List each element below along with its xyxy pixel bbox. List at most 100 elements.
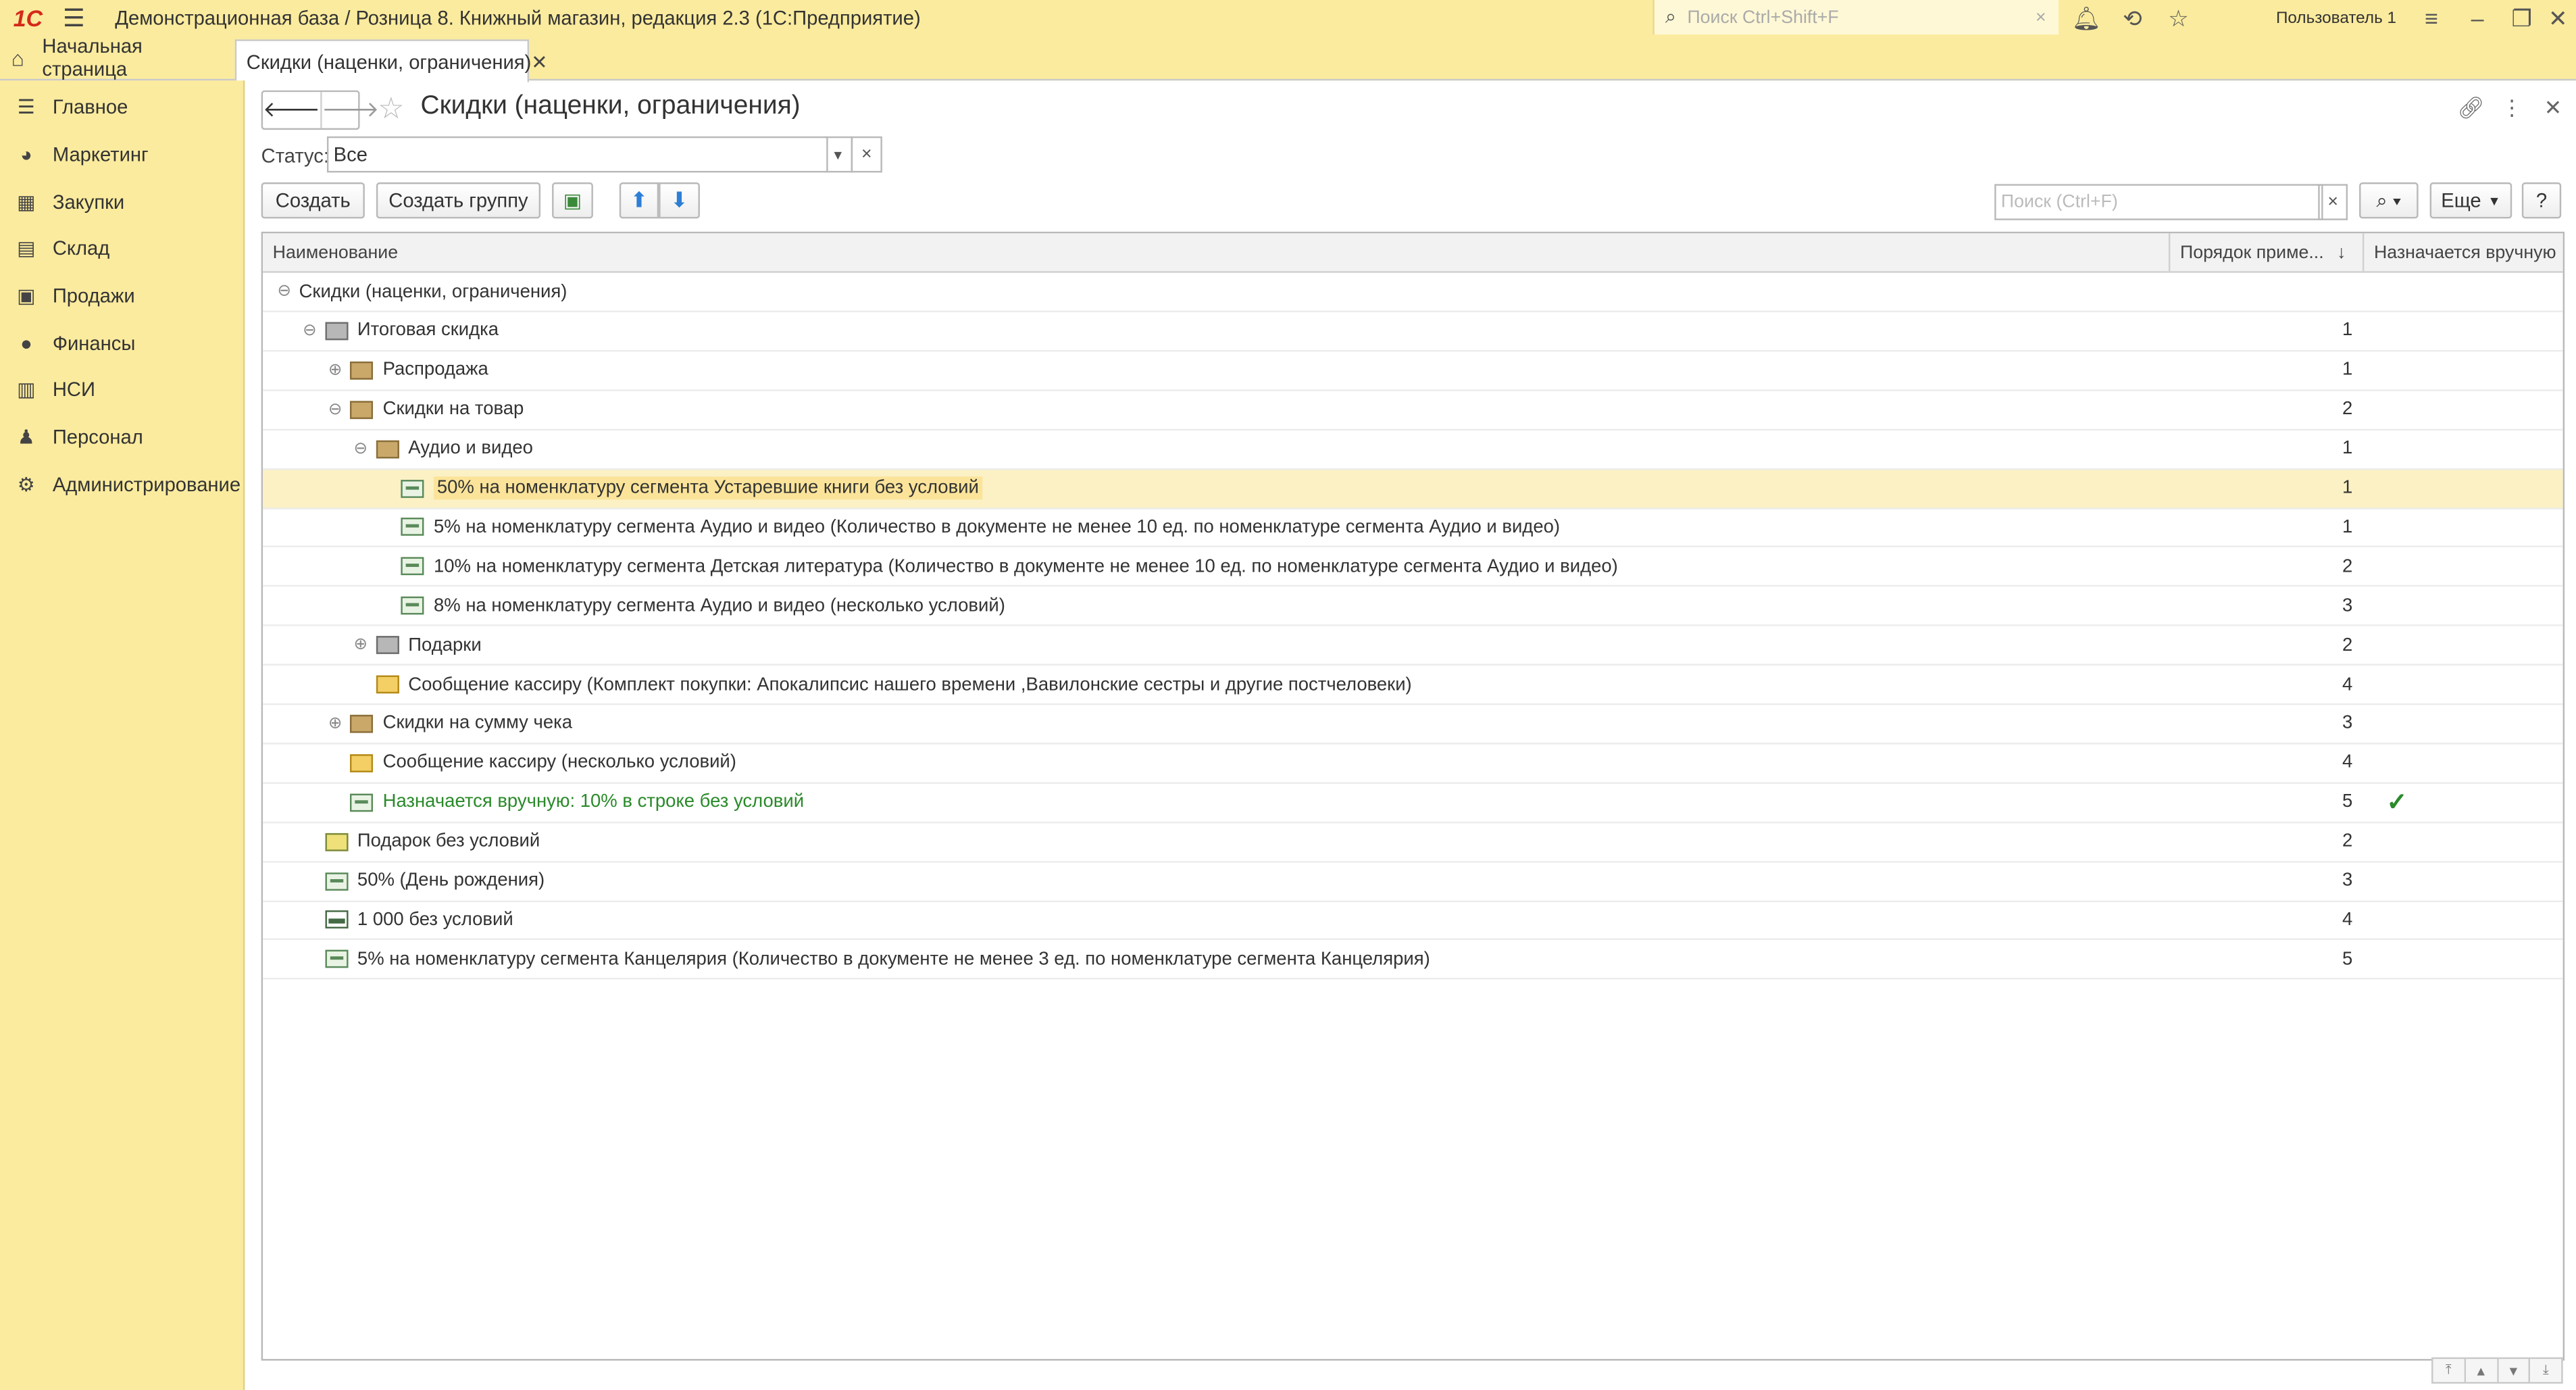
row-name-cell: 5% на номенклатуру сегмента Канцелярия (…: [298, 941, 1430, 978]
row-name-text: 8% на номенклатуру сегмента Аудио и виде…: [433, 595, 1005, 616]
row-name-text: Скидки на товар: [382, 399, 524, 420]
row-order-cell: [2169, 273, 2352, 311]
home-icon: ⌂: [11, 45, 24, 70]
row-order-cell: 1: [2342, 439, 2353, 459]
main-menu-icon[interactable]: ☰: [56, 0, 92, 36]
row-name-cell: ⊕ Распродажа: [324, 351, 488, 389]
minimize-icon[interactable]: –: [2456, 0, 2499, 36]
sidebar-item-label: Финансы: [52, 331, 136, 355]
money-icon: [324, 911, 348, 929]
folder-icon: [349, 400, 374, 419]
scroll-bottom-icon[interactable]: ⤓: [2530, 1357, 2563, 1384]
favorite-star-icon[interactable]: ☆: [373, 91, 409, 126]
scroll-top-icon[interactable]: ⤒: [2431, 1357, 2466, 1384]
table-row[interactable]: 5% на номенклатуру сегмента Аудио и виде…: [263, 508, 2563, 548]
sidebar-item-sales[interactable]: ▣ Продажи: [0, 272, 243, 320]
expand-icon[interactable]: ⊕: [324, 715, 347, 733]
table-row[interactable]: Сообщение кассиру (Комплект покупки: Апо…: [263, 666, 2563, 705]
row-name-text: 1 000 без условий: [357, 910, 513, 930]
column-header-name[interactable]: Наименование: [263, 233, 2169, 271]
row-order-cell: 1: [2342, 321, 2353, 341]
row-name-cell: Подарок без условий: [298, 822, 540, 860]
star-icon[interactable]: ☆: [2157, 0, 2200, 36]
copy-icon: ▣: [563, 189, 582, 212]
chevron-down-icon: ▼: [2487, 193, 2501, 208]
forward-arrow-icon[interactable]: 🡒: [320, 92, 379, 128]
status-value: Все: [333, 143, 368, 166]
expand-icon[interactable]: ⊕: [324, 362, 347, 380]
row-name-cell: 50% на номенклатуру сегмента Устаревшие …: [374, 469, 982, 507]
scroll-up-icon[interactable]: ▲: [2465, 1357, 2498, 1384]
sidebar-item-nsi[interactable]: ▥ НСИ: [0, 367, 243, 414]
item-icon: [401, 478, 424, 497]
sidebar-item-warehouse[interactable]: ▤ Склад: [0, 225, 243, 272]
table-row[interactable]: ⊖ Скидки на товар 2: [263, 391, 2563, 430]
table-row[interactable]: ⊖ Аудио и видео 1: [263, 430, 2563, 470]
row-name-cell: 50% (День рождения): [298, 862, 545, 899]
scroll-down-icon[interactable]: ▼: [2498, 1357, 2531, 1384]
sidebar-item-admin[interactable]: ⚙ Администрирование: [0, 461, 243, 508]
table-row[interactable]: Назначается вручную: 10% в строке без ус…: [263, 783, 2563, 823]
row-name-text: 50% на номенклатуру сегмента Устаревшие …: [433, 476, 982, 500]
sidebar-item-purchases[interactable]: ▦ Закупки: [0, 178, 243, 226]
table-row[interactable]: 8% на номенклатуру сегмента Аудио и виде…: [263, 587, 2563, 626]
table-row[interactable]: 50% на номенклатуру сегмента Устаревшие …: [263, 469, 2563, 509]
sidebar-item-label: Главное: [52, 95, 128, 119]
collapse-icon[interactable]: ⊖: [324, 401, 347, 419]
table-row[interactable]: ⊕ Скидки на сумму чека 3: [263, 705, 2563, 745]
collapse-icon[interactable]: ⊖: [273, 282, 296, 301]
table-row[interactable]: 1 000 без условий 4: [263, 901, 2563, 941]
clear-icon[interactable]: ×: [2036, 7, 2059, 27]
bell-icon[interactable]: 🔔︎: [2065, 0, 2108, 36]
clear-search-icon[interactable]: ×: [2318, 184, 2348, 220]
column-header-order[interactable]: Порядок приме... ↓: [2168, 233, 2363, 272]
table-row[interactable]: ⊖ Скидки (наценки, ограничения): [263, 273, 2563, 313]
more-vertical-icon[interactable]: ⋮: [2497, 94, 2527, 124]
history-icon[interactable]: ⟲: [2111, 0, 2154, 36]
table-row[interactable]: ⊖ Итоговая скидка 1: [263, 312, 2563, 352]
table-row[interactable]: 5% на номенклатуру сегмента Канцелярия (…: [263, 941, 2563, 981]
close-tab-icon[interactable]: ✕: [531, 50, 547, 73]
table-row[interactable]: 50% (День рождения) 3: [263, 862, 2563, 901]
back-arrow-icon[interactable]: 🡐: [263, 92, 320, 128]
table-row[interactable]: 10% на номенклатуру сегмента Детская лит…: [263, 548, 2563, 587]
table-row[interactable]: ⊕ Подарки 2: [263, 626, 2563, 666]
table-row[interactable]: Подарок без условий 2: [263, 822, 2563, 862]
user-name[interactable]: Пользователь 1: [2254, 0, 2418, 36]
more-button[interactable]: Еще ▼: [2429, 182, 2512, 219]
move-down-button[interactable]: ⬇: [659, 182, 700, 219]
close-form-icon[interactable]: ✕: [2538, 94, 2568, 124]
table-row[interactable]: ⊕ Распродажа 1: [263, 351, 2563, 391]
tab-home[interactable]: ⌂ Начальная страница: [0, 34, 230, 80]
global-search-input[interactable]: ⌕ Поиск Ctrl+Shift+F ×: [1652, 0, 2059, 35]
row-order-cell: 1: [2342, 360, 2353, 380]
copy-button[interactable]: ▣: [552, 182, 593, 219]
chevron-down-icon[interactable]: ▼: [824, 136, 853, 173]
collapse-icon[interactable]: ⊖: [298, 322, 321, 340]
link-icon[interactable]: 🔗︎: [2456, 94, 2486, 124]
row-name-text: Подарок без условий: [357, 831, 540, 851]
help-button[interactable]: ?: [2521, 182, 2562, 219]
clear-status-icon[interactable]: ×: [851, 136, 882, 173]
column-header-manual[interactable]: Назначается вручную: [2362, 233, 2563, 272]
row-name-text: Итоговая скидка: [357, 321, 499, 341]
status-select[interactable]: Все: [326, 136, 828, 173]
item-icon: [401, 518, 424, 537]
row-order-cell: 1: [2342, 478, 2353, 498]
sidebar-item-main[interactable]: ☰ Главное: [0, 84, 243, 131]
tab-discounts[interactable]: Скидки (наценки, ограничения) ✕: [234, 39, 548, 82]
create-button[interactable]: Создать: [261, 182, 365, 219]
table-row[interactable]: Сообщение кассиру (несколько условий) 4: [263, 744, 2563, 784]
collapse-icon[interactable]: ⊖: [349, 440, 372, 458]
sidebar-item-finance[interactable]: ● Финансы: [0, 320, 243, 367]
row-name-cell: Назначается вручную: 10% в строке без ус…: [324, 783, 804, 821]
sidebar-item-marketing[interactable]: ◕ Маркетинг: [0, 131, 243, 178]
sidebar-item-personnel[interactable]: ♟ Персонал: [0, 414, 243, 461]
settings-menu-icon[interactable]: ≡: [2410, 0, 2452, 36]
expand-icon[interactable]: ⊕: [349, 636, 372, 654]
close-window-icon[interactable]: ✕: [2537, 0, 2576, 36]
create-group-button[interactable]: Создать группу: [376, 182, 541, 219]
move-up-button[interactable]: ⬆: [619, 182, 659, 219]
search-button[interactable]: ⌕ ▾: [2359, 182, 2419, 219]
search-input[interactable]: Поиск (Ctrl+F): [1994, 184, 2323, 220]
